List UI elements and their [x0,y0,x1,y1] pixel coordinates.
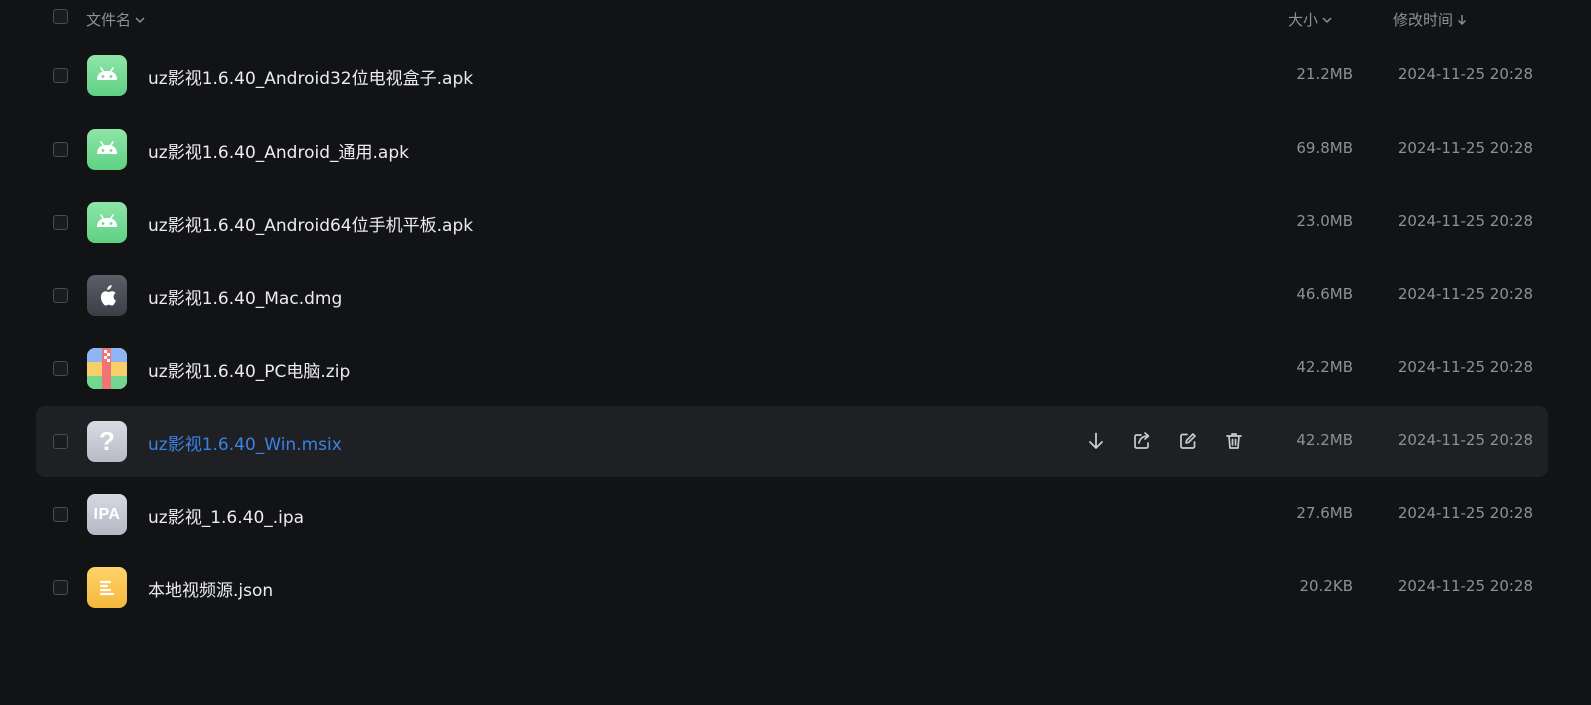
file-name[interactable]: uz影视1.6.40_PC电脑.zip [148,357,350,382]
row-checkbox[interactable] [53,215,68,230]
row-checkbox[interactable] [53,434,68,449]
download-icon[interactable] [1085,430,1107,452]
file-row[interactable]: 本地视频源.json 20.2KB 2024-11-25 20:28 [36,552,1548,623]
file-size: 20.2KB [1299,577,1353,595]
unknown-file-icon: ? [87,421,127,462]
file-name[interactable]: uz影视1.6.40_Android_通用.apk [148,138,409,163]
file-size: 23.0MB [1296,212,1353,230]
apple-icon [87,275,127,316]
rename-icon[interactable] [1177,430,1199,452]
file-row[interactable]: uz影视1.6.40_Android32位电视盒子.apk 21.2MB 202… [36,40,1548,111]
file-row[interactable]: uz影视1.6.40_Android_通用.apk 69.8MB 2024-11… [36,114,1548,185]
chevron-down-icon [135,16,145,23]
row-checkbox[interactable] [53,288,68,303]
row-actions [1061,406,1261,477]
file-size: 46.6MB [1296,285,1353,303]
file-row[interactable]: IPA uz影视_1.6.40_.ipa 27.6MB 2024-11-25 2… [36,479,1548,550]
file-modified-time: 2024-11-25 20:28 [1397,65,1533,83]
chevron-down-icon [1322,16,1332,23]
file-modified-time: 2024-11-25 20:28 [1397,358,1533,376]
arrow-down-icon [1458,14,1467,25]
file-modified-time: 2024-11-25 20:28 [1397,212,1533,230]
android-icon [87,129,127,170]
android-icon [87,55,127,96]
file-name[interactable]: uz影视1.6.40_Mac.dmg [148,284,342,309]
file-size: 27.6MB [1296,504,1353,522]
text-file-icon [87,567,127,608]
list-header: 文件名 大小 修改时间 [0,0,1591,38]
file-modified-time: 2024-11-25 20:28 [1397,577,1533,595]
file-name[interactable]: uz影视_1.6.40_.ipa [148,503,304,528]
sort-by-name-button[interactable]: 文件名 [86,9,146,30]
row-checkbox[interactable] [53,361,68,376]
file-size: 69.8MB [1296,139,1353,157]
sort-by-size-button[interactable]: 大小 [1288,9,1333,30]
file-size: 42.2MB [1296,358,1353,376]
file-name[interactable]: uz影视1.6.40_Win.msix [148,430,342,455]
select-all-checkbox[interactable] [53,9,68,24]
file-name[interactable]: 本地视频源.json [148,576,273,601]
file-row[interactable]: uz影视1.6.40_PC电脑.zip 42.2MB 2024-11-25 20… [36,333,1548,404]
file-list: 文件名 大小 修改时间 uz影视1.6.40_Android32位电视盒子.ap… [0,0,1591,705]
file-modified-time: 2024-11-25 20:28 [1397,431,1533,449]
file-modified-time: 2024-11-25 20:28 [1397,139,1533,157]
row-checkbox[interactable] [53,68,68,83]
file-size: 42.2MB [1296,431,1353,449]
file-name[interactable]: uz影视1.6.40_Android64位手机平板.apk [148,211,473,236]
ipa-label: IPA [93,505,121,523]
ipa-file-icon: IPA [87,494,127,535]
question-mark-glyph: ? [99,426,115,456]
row-checkbox[interactable] [53,142,68,157]
file-name[interactable]: uz影视1.6.40_Android32位电视盒子.apk [148,64,473,89]
name-column-label: 文件名 [86,11,132,29]
file-row[interactable]: uz影视1.6.40_Mac.dmg 46.6MB 2024-11-25 20:… [36,260,1548,331]
sort-by-time-button[interactable]: 修改时间 [1393,9,1468,30]
row-checkbox[interactable] [53,580,68,595]
share-icon[interactable] [1131,430,1153,452]
size-column-label: 大小 [1288,11,1319,29]
row-checkbox[interactable] [53,507,68,522]
file-size: 21.2MB [1296,65,1353,83]
file-row[interactable]: uz影视1.6.40_Android64位手机平板.apk 23.0MB 202… [36,187,1548,258]
time-column-label: 修改时间 [1393,11,1454,29]
android-icon [87,202,127,243]
file-modified-time: 2024-11-25 20:28 [1397,504,1533,522]
file-modified-time: 2024-11-25 20:28 [1397,285,1533,303]
delete-icon[interactable] [1223,430,1245,452]
file-row[interactable]: ? uz影视1.6.40_Win.msix 42.2MB 2024-11-25 … [36,406,1548,477]
zip-archive-icon [87,348,127,389]
